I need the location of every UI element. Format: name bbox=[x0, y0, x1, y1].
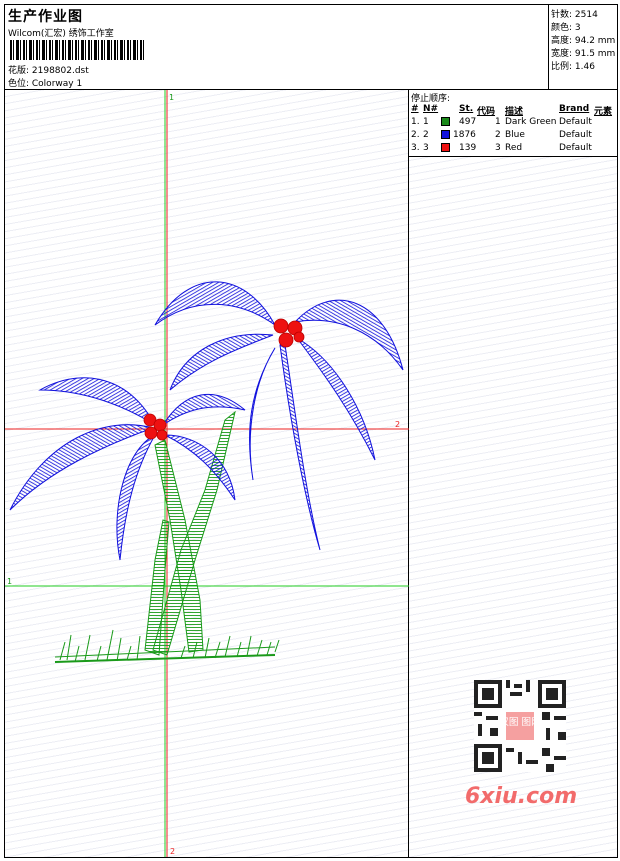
company-name: Wilcom(汇宏) 绣饰工作室 bbox=[8, 29, 114, 39]
design-scale: 比例: 1.46 bbox=[551, 62, 595, 72]
watermark: 汉图 图网 6xiu.com bbox=[460, 680, 580, 820]
col-element: 元素 bbox=[594, 107, 613, 117]
col-needle: N# bbox=[423, 104, 439, 114]
left-palm-fronds bbox=[9, 377, 246, 561]
col-brand: Brand bbox=[559, 104, 590, 114]
stitch-count: 针数: 2514 bbox=[551, 10, 598, 20]
marker-right: 2 bbox=[395, 420, 400, 429]
watermark-site: 6xiu.com bbox=[465, 784, 578, 809]
qr-code-icon: 汉图 图网 bbox=[474, 680, 566, 772]
color-swatch bbox=[441, 143, 450, 152]
marker-top: 1 bbox=[169, 93, 174, 102]
embroidery-preview: 1 1 2 2 bbox=[5, 90, 409, 857]
table-row: 1. 1 497 1 Dark Green Default bbox=[411, 117, 592, 127]
col-index: # bbox=[411, 104, 419, 114]
col-stitches: St. bbox=[459, 104, 474, 114]
table-row: 2. 2 1876 2 Blue Default bbox=[411, 130, 592, 140]
stop-sequence-table: 停止顺序: # N# St. 代码 描述 Brand 元素 1. 1 497 1… bbox=[409, 90, 617, 157]
stop-sequence-title: 停止顺序: bbox=[411, 94, 451, 104]
table-row: 3. 3 139 3 Red Default bbox=[411, 143, 592, 153]
design-width: 宽度: 91.5 mm bbox=[551, 49, 616, 59]
colorway: 色位: Colorway 1 bbox=[8, 79, 83, 89]
marker-left: 1 bbox=[7, 577, 12, 586]
design-height: 高度: 94.2 mm bbox=[551, 36, 616, 46]
color-swatch bbox=[441, 130, 450, 139]
stats-panel: 针数: 2514 颜色: 3 高度: 94.2 mm 宽度: 91.5 mm 比… bbox=[548, 5, 617, 89]
color-swatch bbox=[441, 117, 450, 126]
design-canvas: 1 1 2 2 bbox=[5, 90, 409, 857]
design-file: 花版: 2198802.dst bbox=[8, 66, 89, 76]
watermark-badge: 汉图 图网 bbox=[499, 717, 540, 728]
header-left: 生产作业图 Wilcom(汇宏) 绣饰工作室 花版: 2198802.dst 色… bbox=[5, 5, 548, 89]
col-code: 代码 bbox=[477, 107, 496, 117]
color-count: 颜色: 3 bbox=[551, 23, 581, 33]
sheet-title: 生产作业图 bbox=[8, 9, 83, 25]
marker-bottom: 2 bbox=[170, 847, 175, 856]
col-description: 描述 bbox=[505, 107, 524, 117]
barcode bbox=[10, 40, 145, 60]
